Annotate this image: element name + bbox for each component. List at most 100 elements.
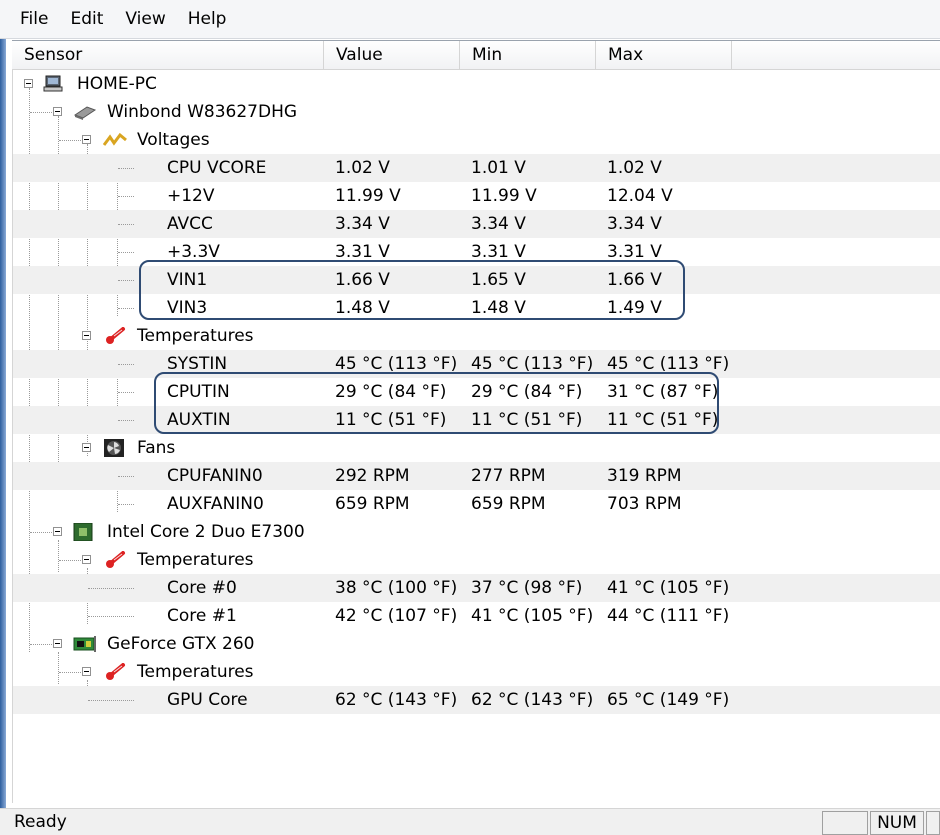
sensor-min: 41 °C (105 °F) bbox=[471, 606, 594, 626]
tree-row-temperatures-group[interactable]: Temperatures bbox=[13, 658, 940, 686]
status-panel-empty bbox=[822, 811, 868, 835]
sensor-name: GPU Core bbox=[167, 690, 248, 710]
sensor-max: 65 °C (149 °F) bbox=[607, 690, 730, 710]
sensor-row[interactable]: CPU VCORE 1.02 V 1.01 V 1.02 V bbox=[13, 154, 940, 182]
tree-row-chip[interactable]: Intel Core 2 Duo E7300 bbox=[13, 518, 940, 546]
sensor-min: 1.01 V bbox=[471, 158, 526, 178]
column-header: Sensor Value Min Max bbox=[12, 40, 940, 70]
collapse-toggle[interactable] bbox=[53, 639, 62, 648]
computer-icon bbox=[43, 75, 63, 92]
sensor-row[interactable]: AVCC 3.34 V 3.34 V 3.34 V bbox=[13, 210, 940, 238]
column-value[interactable]: Value bbox=[324, 41, 460, 69]
chip-name: Winbond W83627DHG bbox=[107, 102, 298, 122]
tree-row-chip[interactable]: Winbond W83627DHG bbox=[13, 98, 940, 126]
tree-line bbox=[118, 476, 134, 477]
sensor-row[interactable]: GPU Core 62 °C (143 °F) 62 °C (143 °F) 6… bbox=[13, 686, 940, 714]
thermometer-icon bbox=[106, 327, 125, 344]
sensor-row[interactable]: +12V 11.99 V 11.99 V 12.04 V bbox=[13, 182, 940, 210]
sensor-row[interactable]: VIN1 1.66 V 1.65 V 1.66 V bbox=[13, 266, 940, 294]
tree-line bbox=[88, 616, 134, 617]
sensor-min: 3.34 V bbox=[471, 214, 526, 234]
tree-row-fans-group[interactable]: Fans bbox=[13, 434, 940, 462]
fan-icon bbox=[104, 439, 124, 457]
sensor-max: 45 °C (113 °F) bbox=[607, 354, 730, 374]
sensor-tree: HOME-PC Winbond W83627DHG Voltages CPU V… bbox=[12, 70, 940, 803]
sensor-max: 11 °C (51 °F) bbox=[607, 410, 719, 430]
collapse-toggle[interactable] bbox=[82, 135, 91, 144]
menu-edit[interactable]: Edit bbox=[59, 0, 114, 38]
sensor-value: 38 °C (100 °F) bbox=[335, 578, 458, 598]
sensor-value: 1.02 V bbox=[335, 158, 390, 178]
sensor-min: 45 °C (113 °F) bbox=[471, 354, 594, 374]
sensor-value: 1.66 V bbox=[335, 270, 390, 290]
sensor-max: 41 °C (105 °F) bbox=[607, 578, 730, 598]
voltage-icon bbox=[103, 132, 127, 146]
sensor-row[interactable]: Core #1 42 °C (107 °F) 41 °C (105 °F) 44… bbox=[13, 602, 940, 630]
sensor-min: 1.65 V bbox=[471, 270, 526, 290]
sensor-min: 62 °C (143 °F) bbox=[471, 690, 594, 710]
tree-row-chip[interactable]: GeForce GTX 260 bbox=[13, 630, 940, 658]
collapse-toggle[interactable] bbox=[24, 79, 33, 88]
collapse-toggle[interactable] bbox=[82, 331, 91, 340]
sensor-row[interactable]: Core #0 38 °C (100 °F) 37 °C (98 °F) 41 … bbox=[13, 574, 940, 602]
sensor-row[interactable]: VIN3 1.48 V 1.48 V 1.49 V bbox=[13, 294, 940, 322]
sensor-min: 37 °C (98 °F) bbox=[471, 578, 583, 598]
sensor-row[interactable]: AUXFANIN0 659 RPM 659 RPM 703 RPM bbox=[13, 490, 940, 518]
sensor-name: CPUTIN bbox=[167, 382, 230, 402]
tree-line bbox=[118, 168, 134, 169]
group-label: Voltages bbox=[137, 130, 210, 150]
tree-line bbox=[118, 252, 134, 253]
sensor-row[interactable]: AUXTIN 11 °C (51 °F) 11 °C (51 °F) 11 °C… bbox=[13, 406, 940, 434]
sensor-value: 42 °C (107 °F) bbox=[335, 606, 458, 626]
menu-file[interactable]: File bbox=[0, 0, 59, 38]
sensor-min: 29 °C (84 °F) bbox=[471, 382, 583, 402]
sensor-max: 31 °C (87 °F) bbox=[607, 382, 719, 402]
sensor-max: 703 RPM bbox=[607, 494, 682, 514]
collapse-toggle[interactable] bbox=[82, 555, 91, 564]
thermometer-icon bbox=[106, 551, 125, 568]
tree-line bbox=[118, 308, 134, 309]
tree-row-temperatures-group[interactable]: Temperatures bbox=[13, 322, 940, 350]
tree-line bbox=[88, 700, 134, 701]
thermometer-icon bbox=[106, 663, 125, 680]
sensor-value: 11 °C (51 °F) bbox=[335, 410, 447, 430]
tree-line bbox=[118, 420, 134, 421]
sensor-name: AVCC bbox=[167, 214, 213, 234]
sensor-value: 45 °C (113 °F) bbox=[335, 354, 458, 374]
sensor-min: 277 RPM bbox=[471, 466, 546, 486]
chip-icon bbox=[73, 106, 97, 120]
tree-line bbox=[118, 280, 134, 281]
column-min[interactable]: Min bbox=[460, 41, 596, 69]
group-label: Temperatures bbox=[137, 662, 254, 682]
status-bar: Ready NUM bbox=[0, 808, 940, 835]
collapse-toggle[interactable] bbox=[53, 527, 62, 536]
sensor-row[interactable]: CPUFANIN0 292 RPM 277 RPM 319 RPM bbox=[13, 462, 940, 490]
computer-name: HOME-PC bbox=[77, 74, 157, 94]
tree-row-computer[interactable]: HOME-PC bbox=[13, 70, 940, 98]
tree-line bbox=[118, 364, 134, 365]
sensor-row[interactable]: CPUTIN 29 °C (84 °F) 29 °C (84 °F) 31 °C… bbox=[13, 378, 940, 406]
sensor-value: 1.48 V bbox=[335, 298, 390, 318]
menu-help[interactable]: Help bbox=[177, 0, 238, 38]
chip-name: GeForce GTX 260 bbox=[107, 634, 255, 654]
sensor-min: 3.31 V bbox=[471, 242, 526, 262]
column-sensor[interactable]: Sensor bbox=[12, 41, 324, 69]
sensor-min: 1.48 V bbox=[471, 298, 526, 318]
sensor-row[interactable]: SYSTIN 45 °C (113 °F) 45 °C (113 °F) 45 … bbox=[13, 350, 940, 378]
tree-row-voltages-group[interactable]: Voltages bbox=[13, 126, 940, 154]
sensor-name: SYSTIN bbox=[167, 354, 228, 374]
collapse-toggle[interactable] bbox=[82, 667, 91, 676]
sensor-window: File Edit View Help Sensor Value Min Max bbox=[0, 0, 940, 835]
column-max[interactable]: Max bbox=[596, 41, 732, 69]
menu-view[interactable]: View bbox=[114, 0, 176, 38]
sensor-min: 659 RPM bbox=[471, 494, 546, 514]
sensor-value: 659 RPM bbox=[335, 494, 410, 514]
sensor-max: 44 °C (111 °F) bbox=[607, 606, 730, 626]
status-text: Ready bbox=[14, 812, 67, 832]
collapse-toggle[interactable] bbox=[53, 107, 62, 116]
tree-row-temperatures-group[interactable]: Temperatures bbox=[13, 546, 940, 574]
tree-line bbox=[59, 672, 83, 673]
collapse-toggle[interactable] bbox=[82, 443, 91, 452]
sensor-row[interactable]: +3.3V 3.31 V 3.31 V 3.31 V bbox=[13, 238, 940, 266]
sensor-min: 11 °C (51 °F) bbox=[471, 410, 583, 430]
